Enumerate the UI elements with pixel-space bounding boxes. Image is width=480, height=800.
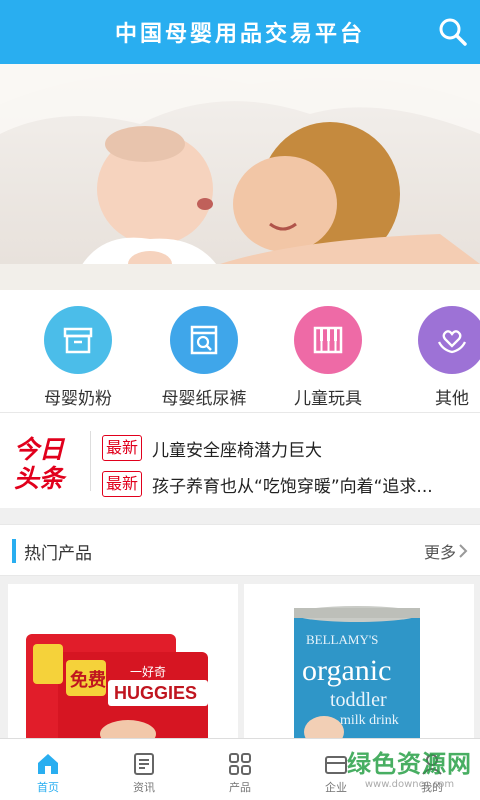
category-label: 其他 <box>435 389 469 409</box>
category-label: 母婴奶粉 <box>44 389 112 409</box>
grid-icon <box>229 753 251 775</box>
watermark: 绿色资源网 www.downcc.com <box>347 744 472 790</box>
headline-text: 孩子养育也从“吃饱穿暖”向着“追求... <box>152 476 433 497</box>
building-icon <box>325 756 347 774</box>
chevron-right-icon <box>459 544 468 558</box>
headline-text: 儿童安全座椅潜力巨大 <box>152 440 323 461</box>
product-list: 免费 一好奇 HUGGIES BELLAMY'S organic toddler… <box>0 576 480 744</box>
search-icon[interactable] <box>438 17 468 47</box>
product-name: toddler <box>330 689 387 711</box>
tab-news[interactable]: 资讯 <box>96 739 192 800</box>
headlines-section: 今日 头条 最新 儿童安全座椅潜力巨大 最新 孩子养育也从“吃饱穿暖”向着“追求… <box>0 412 480 508</box>
logo-line: 头条 <box>14 464 65 493</box>
tab-label: 首页 <box>37 781 59 794</box>
product-image-milk: BELLAMY'S organic toddler milk drink <box>294 606 420 744</box>
piano-icon <box>294 306 362 374</box>
category-item-diapers[interactable]: 母婴纸尿裤 <box>144 306 264 409</box>
watermark-url: www.downcc.com <box>364 779 455 790</box>
product-brand: BELLAMY'S <box>306 632 378 647</box>
tab-products[interactable]: 产品 <box>192 739 288 800</box>
tab-label: 资讯 <box>133 781 155 794</box>
product-extra: 一好奇 <box>130 665 166 679</box>
latest-badge: 最新 <box>102 435 143 461</box>
watermark-site-name: 绿色资源网 <box>347 750 472 778</box>
banner-image <box>0 64 480 290</box>
product-brand: HUGGIES <box>114 683 197 703</box>
product-name: milk drink <box>340 713 399 728</box>
today-headlines-logo: 今日 头条 <box>14 435 76 493</box>
package-search-icon <box>170 306 238 374</box>
app-screen: 中国母婴用品交易平台 母婴奶粉 母婴纸尿裤 儿童玩具 其他 今日 头条 最新 儿… <box>0 0 480 800</box>
category-grid: 母婴奶粉 母婴纸尿裤 儿童玩具 其他 <box>0 290 480 412</box>
category-item-formula[interactable]: 母婴奶粉 <box>18 306 138 409</box>
section-title: 热门产品 <box>24 544 92 564</box>
more-link[interactable]: 更多 <box>424 539 470 563</box>
category-label: 母婴纸尿裤 <box>161 389 247 409</box>
product-name: organic <box>302 654 391 687</box>
category-label: 儿童玩具 <box>294 389 362 409</box>
headline-item[interactable]: 最新 儿童安全座椅潜力巨大 <box>102 433 322 463</box>
heart-hands-icon <box>418 306 480 374</box>
divider <box>90 431 91 491</box>
product-card[interactable]: 免费 一好奇 HUGGIES <box>8 584 238 744</box>
box-icon <box>44 306 112 374</box>
product-badge: 免费 <box>70 669 106 690</box>
category-item-other[interactable]: 其他 <box>392 306 480 409</box>
home-icon <box>38 754 58 774</box>
headline-item[interactable]: 最新 孩子养育也从“吃饱穿暖”向着“追求... <box>102 469 433 499</box>
tab-home[interactable]: 首页 <box>0 739 96 800</box>
product-card[interactable]: BELLAMY'S organic toddler milk drink <box>244 584 474 744</box>
hot-products-header: 热门产品 更多 <box>0 524 480 576</box>
product-image-diapers: 免费 一好奇 HUGGIES <box>26 634 208 744</box>
top-bar: 中国母婴用品交易平台 <box>0 0 480 64</box>
section-accent-bar <box>12 539 16 563</box>
logo-line: 今日 <box>14 435 65 464</box>
banner-carousel[interactable] <box>0 64 480 290</box>
category-item-toys[interactable]: 儿童玩具 <box>268 306 388 409</box>
app-title: 中国母婴用品交易平台 <box>114 22 365 47</box>
tab-label: 产品 <box>229 781 251 794</box>
document-icon <box>134 753 154 775</box>
latest-badge: 最新 <box>102 471 143 497</box>
more-label: 更多 <box>423 543 456 562</box>
